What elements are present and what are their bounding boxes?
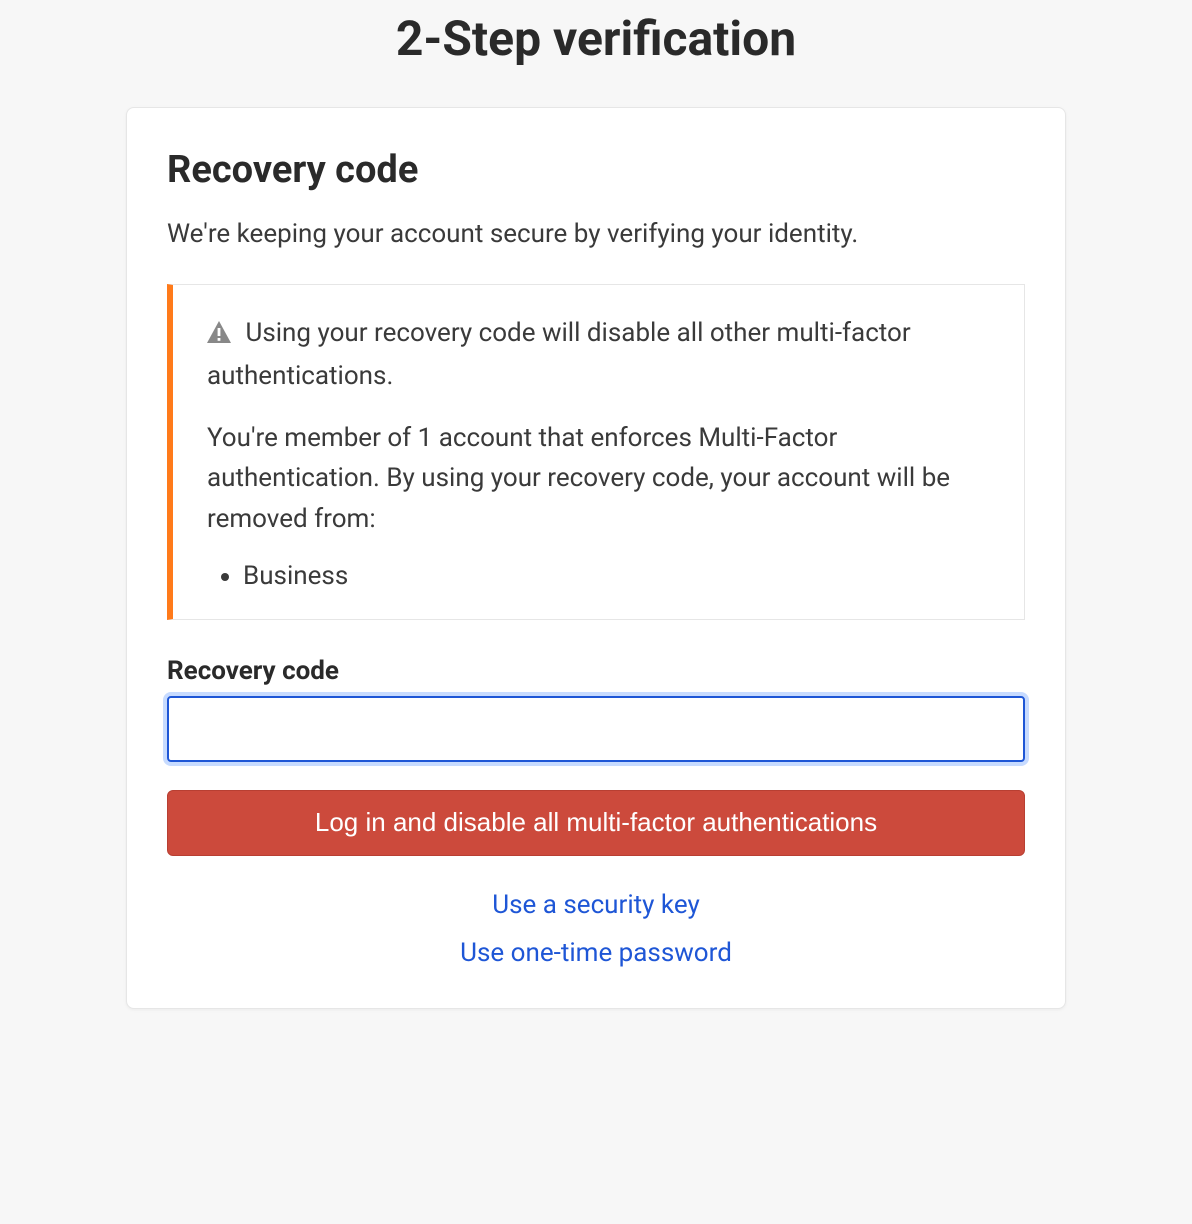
recovery-code-label: Recovery code [167,656,1025,686]
warning-triangle-icon [207,315,231,355]
alert-line1-text: Using your recovery code will disable al… [207,318,911,390]
alternate-methods: Use a security key Use one-time password [167,890,1025,968]
use-security-key-link[interactable]: Use a security key [167,890,1025,920]
list-item: Business [243,561,990,591]
section-heading: Recovery code [167,148,1025,192]
alert-secondary-text: You're member of 1 account that enforces… [207,418,990,539]
warning-alert: Using your recovery code will disable al… [167,284,1025,619]
alert-account-list: Business [207,561,990,591]
recovery-code-input[interactable] [167,696,1025,762]
use-one-time-password-link[interactable]: Use one-time password [167,938,1025,968]
alert-primary-text: Using your recovery code will disable al… [207,313,990,396]
page-title: 2-Step verification [0,10,1192,67]
login-disable-mfa-button[interactable]: Log in and disable all multi-factor auth… [167,790,1025,856]
recovery-code-card: Recovery code We're keeping your account… [126,107,1066,1009]
section-description: We're keeping your account secure by ver… [167,216,1025,252]
